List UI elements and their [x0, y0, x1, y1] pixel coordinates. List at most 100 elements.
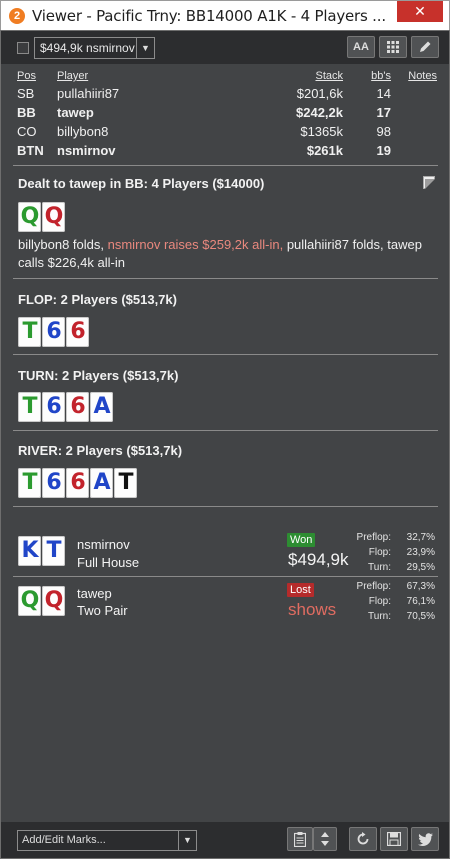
- action-raise-highlight: nsmirnov raises $259,2k all-in,: [107, 237, 284, 252]
- clipboard-icon: [293, 832, 307, 848]
- column-header-stack[interactable]: Stack: [217, 70, 343, 84]
- sort-button[interactable]: [313, 827, 337, 851]
- hand-note-icon[interactable]: [423, 176, 435, 189]
- divider: [13, 354, 438, 355]
- playing-card: 6: [66, 317, 89, 347]
- player-name: tawep: [57, 105, 94, 120]
- player-bbs: 14: [376, 86, 391, 101]
- layout-grid-button[interactable]: [379, 36, 407, 58]
- player-name: billybon8: [57, 124, 109, 139]
- equity-row: Flop: 76,1%: [341, 594, 435, 609]
- divider: [13, 576, 438, 577]
- river-title: RIVER: 2 Players ($513,7k): [18, 443, 183, 458]
- equity-value: 70,5%: [406, 611, 435, 622]
- player-stack: $201,6k: [296, 86, 343, 101]
- playing-card: Q: [18, 202, 41, 232]
- player-position: SB: [17, 86, 35, 101]
- result-amount: shows: [288, 600, 337, 619]
- playing-card: 6: [66, 392, 89, 422]
- chevron-down-icon[interactable]: ▼: [178, 831, 196, 850]
- player-bbs: 19: [376, 143, 391, 158]
- equity-label: Flop:: [368, 547, 391, 558]
- close-window-button[interactable]: ✕: [397, 1, 443, 22]
- playing-card: T: [18, 468, 41, 498]
- window-titlebar: 2 Viewer - Pacific Trny: BB14000 A1K - 4…: [0, 0, 450, 30]
- column-header-notes[interactable]: Notes: [391, 70, 437, 84]
- turn-cards: T66A: [18, 392, 113, 422]
- equity-table: Preflop: 67,3% Flop: 76,1% Turn: 70,5%: [341, 579, 435, 624]
- result-cards: KT: [18, 536, 65, 566]
- player-name: pullahiiri87: [57, 86, 120, 101]
- marks-dropdown-label: Add/Edit Marks...: [22, 834, 106, 846]
- edit-pencil-icon: [420, 41, 431, 52]
- equity-row: Flop: 23,9%: [341, 545, 435, 560]
- refresh-button[interactable]: [349, 827, 377, 851]
- app-logo-icon: 2: [9, 8, 25, 24]
- column-header-pos[interactable]: Pos: [17, 70, 57, 84]
- playing-card: T: [18, 392, 41, 422]
- playing-card: A: [90, 392, 113, 422]
- playing-card: T: [42, 536, 65, 566]
- result-hand-name: Full House: [77, 555, 140, 570]
- window-title: Viewer - Pacific Trny: BB14000 A1K - 4 P…: [32, 7, 386, 25]
- player-bbs: 98: [376, 124, 391, 139]
- equity-row: Turn: 70,5%: [341, 609, 435, 624]
- player-bbs: 17: [376, 105, 391, 120]
- player-row[interactable]: SB pullahiiri87 $201,6k 14: [17, 84, 437, 103]
- equity-value: 29,5%: [406, 562, 435, 573]
- up-down-arrows-icon: [321, 832, 329, 846]
- column-header-player[interactable]: Player: [57, 70, 217, 84]
- equity-value: 67,3%: [406, 581, 435, 592]
- player-position: BB: [17, 105, 36, 120]
- marks-dropdown[interactable]: Add/Edit Marks... ▼: [17, 830, 197, 851]
- font-size-button[interactable]: AA: [347, 36, 375, 58]
- edit-button[interactable]: [411, 36, 439, 58]
- result-cards: QQ: [18, 586, 65, 616]
- flop-cards: T66: [18, 317, 89, 347]
- result-player-name: nsmirnov: [77, 537, 130, 552]
- action-text-1: billybon8 folds,: [18, 237, 108, 252]
- equity-table: Preflop: 32,7% Flop: 23,9% Turn: 29,5%: [341, 530, 435, 575]
- playing-card: K: [18, 536, 41, 566]
- hand-select-dropdown[interactable]: $494,9k nsmirnov ▼: [34, 37, 155, 59]
- divider: [13, 165, 438, 166]
- playing-card: 6: [66, 468, 89, 498]
- playing-card: A: [90, 468, 113, 498]
- notes-button[interactable]: [287, 827, 313, 851]
- playing-card: 6: [42, 392, 65, 422]
- won-badge: Won: [287, 533, 316, 547]
- share-twitter-button[interactable]: [411, 827, 439, 851]
- player-position: CO: [17, 124, 37, 139]
- flop-title: FLOP: 2 Players ($513,7k): [18, 292, 177, 307]
- playing-card: Q: [42, 586, 65, 616]
- viewer-window: $494,9k nsmirnov ▼ AA Pos Player Stack b…: [0, 30, 450, 859]
- result-hand-name: Two Pair: [77, 603, 128, 618]
- save-button[interactable]: [380, 827, 408, 851]
- column-header-bbs[interactable]: bb's: [343, 70, 391, 84]
- twitter-icon: [417, 833, 433, 846]
- preflop-actions: billybon8 folds, nsmirnov raises $259,2k…: [18, 236, 433, 272]
- divider: [13, 278, 438, 279]
- equity-value: 32,7%: [406, 532, 435, 543]
- playing-card: T: [114, 468, 137, 498]
- playing-card: 6: [42, 317, 65, 347]
- equity-row: Preflop: 32,7%: [341, 530, 435, 545]
- top-toolbar: $494,9k nsmirnov ▼ AA: [1, 31, 449, 64]
- refresh-icon: [357, 832, 369, 845]
- playing-card: Q: [18, 586, 41, 616]
- player-stack: $261k: [306, 143, 343, 158]
- players-table-header: Pos Player Stack bb's Notes: [17, 70, 437, 84]
- select-hand-checkbox[interactable]: [17, 42, 29, 54]
- player-row[interactable]: CO billybon8 $1365k 98: [17, 122, 437, 141]
- preflop-title: Dealt to tawep in BB: 4 Players ($14000): [18, 176, 265, 191]
- equity-label: Flop:: [368, 596, 391, 607]
- playing-card: T: [18, 317, 41, 347]
- player-row[interactable]: BTN nsmirnov $261k 19: [17, 141, 437, 160]
- player-row[interactable]: BB tawep $242,2k 17: [17, 103, 437, 122]
- lost-badge: Lost: [287, 583, 314, 597]
- equity-label: Preflop:: [356, 581, 391, 592]
- playing-card: Q: [42, 202, 65, 232]
- result-player-name: tawep: [77, 586, 112, 601]
- result-amount: $494,9k: [288, 550, 349, 569]
- chevron-down-icon[interactable]: ▼: [136, 38, 154, 58]
